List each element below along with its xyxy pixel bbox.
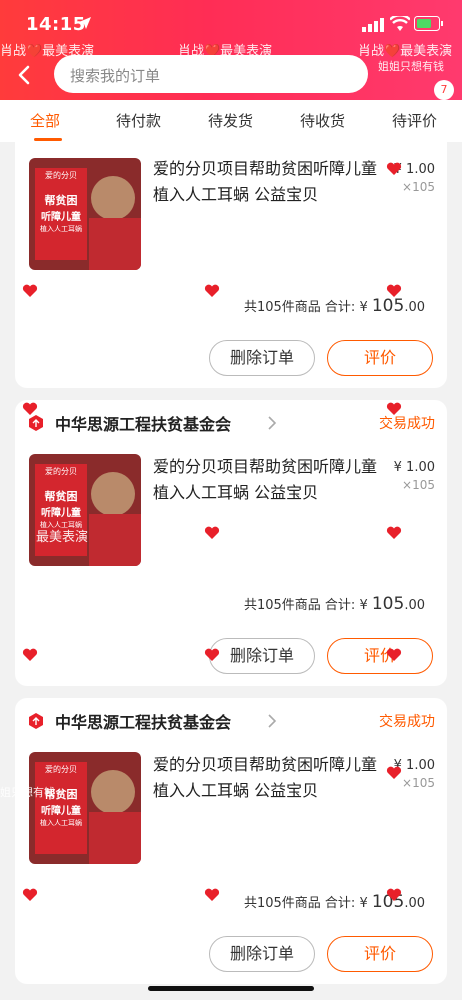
message-badge[interactable]: 7 (434, 80, 454, 100)
heart-icon (22, 888, 38, 901)
home-indicator[interactable] (148, 986, 314, 991)
store-icon (29, 415, 43, 431)
heart-icon (386, 162, 402, 175)
chevron-left-icon (18, 65, 30, 85)
product-title[interactable]: 爱的分贝项目帮助贫困听障儿童植入人工耳蜗 公益宝贝 (153, 156, 385, 208)
overlay-text: 肖战❤️最美表演 (358, 44, 453, 59)
order-total-decimal: .00 (404, 896, 425, 911)
order-total-decimal: .00 (404, 598, 425, 613)
order-total-decimal: .00 (404, 300, 425, 315)
product-thumbnail[interactable]: 爱的分贝 帮贫困 听障儿童 植入人工耳蜗 (29, 752, 141, 864)
product-quantity: ×105 (402, 776, 435, 790)
heart-icon (386, 402, 402, 415)
delete-order-button[interactable]: 删除订单 (209, 936, 315, 972)
product-thumbnail[interactable]: 爱的分贝 帮贫困 听障儿童 植入人工耳蜗 (29, 158, 141, 270)
header: 14:15 肖战❤️最美表演 肖战❤️最美表演 肖战❤️最美表演 姐姐只想有钱 … (0, 0, 462, 100)
product-quantity: ×105 (402, 478, 435, 492)
tab-pending-payment[interactable]: 待付款 (116, 110, 161, 131)
order-card[interactable]: 中华思源工程扶贫基金会 交易成功 爱的分贝 帮贫困 听障儿童 植入人工耳蜗 爱的… (15, 698, 447, 984)
heart-icon (22, 648, 38, 661)
search-placeholder: 搜索我的订单 (70, 67, 161, 85)
review-button[interactable]: 评价 (327, 936, 433, 972)
product-quantity: ×105 (402, 180, 435, 194)
status-bar: 14:15 (0, 0, 462, 44)
summary-prefix: 共105件商品 合计: ¥ (243, 896, 368, 911)
overlay-text: 姐只想有钱 (0, 786, 55, 799)
order-status: 交易成功 (379, 714, 435, 730)
tab-pending-shipment[interactable]: 待发货 (208, 110, 253, 131)
thumbnail-text: 听障儿童 (41, 508, 81, 519)
store-row[interactable]: 中华思源工程扶贫基金会 交易成功 (15, 698, 447, 744)
product-title[interactable]: 爱的分贝项目帮助贫困听障儿童植入人工耳蜗 公益宝贝 (153, 752, 385, 804)
heart-icon (386, 284, 402, 297)
tab-all[interactable]: 全部 (30, 110, 60, 131)
store-icon (29, 713, 43, 729)
review-button[interactable]: 评价 (327, 638, 433, 674)
heart-icon (204, 648, 220, 661)
delete-order-button[interactable]: 删除订单 (209, 638, 315, 674)
heart-icon (386, 888, 402, 901)
heart-icon (386, 526, 402, 539)
thumbnail-text: 听障儿童 (41, 212, 81, 223)
search-input[interactable]: 搜索我的订单 (54, 55, 368, 93)
heart-icon (22, 284, 38, 297)
location-arrow-icon (79, 17, 91, 29)
heart-icon (386, 766, 402, 779)
thumbnail-text: 帮贫困 (44, 194, 78, 207)
heart-icon (204, 284, 220, 297)
heart-icon (386, 648, 402, 661)
thumbnail-logo-text: 爱的分贝 (45, 765, 77, 774)
thumbnail-text: 帮贫困 (44, 490, 78, 503)
order-tabs: 全部 待付款 待发货 待收货 待评价 (0, 100, 462, 142)
status-time: 14:15 (26, 14, 86, 35)
thumbnail-text: 植入人工耳蜗 (40, 819, 82, 827)
order-total: 105 (371, 594, 405, 614)
overlay-text: 最美表演 (36, 530, 89, 545)
product-title[interactable]: 爱的分贝项目帮助贫困听障儿童植入人工耳蜗 公益宝贝 (153, 454, 385, 506)
order-card[interactable]: 爱的分贝 帮贫困 听障儿童 植入人工耳蜗 爱的分贝项目帮助贫困听障儿童植入人工耳… (15, 142, 447, 388)
product-thumbnail[interactable]: 爱的分贝 帮贫困 听障儿童 植入人工耳蜗 (29, 454, 141, 566)
tab-active-indicator (34, 138, 62, 141)
order-total: 105 (371, 296, 405, 316)
store-name[interactable]: 中华思源工程扶贫基金会 (55, 709, 231, 733)
product-price: ¥ 1.00 (393, 460, 435, 475)
order-status: 交易成功 (379, 416, 435, 432)
heart-icon (204, 888, 220, 901)
review-button[interactable]: 评价 (327, 340, 433, 376)
order-summary: 共105件商品 合计: ¥ 105.00 (244, 296, 425, 316)
delete-order-button[interactable]: 删除订单 (209, 340, 315, 376)
summary-prefix: 共105件商品 合计: ¥ (243, 300, 368, 315)
heart-icon (204, 526, 220, 539)
store-row[interactable]: 中华思源工程扶贫基金会 交易成功 (15, 400, 447, 446)
chevron-right-icon (268, 416, 277, 430)
tab-pending-receipt[interactable]: 待收货 (300, 110, 345, 131)
tab-pending-review[interactable]: 待评价 (392, 110, 437, 131)
thumbnail-text: 植入人工耳蜗 (40, 225, 82, 233)
battery-icon (414, 16, 443, 31)
heart-icon (22, 402, 38, 415)
back-button[interactable] (10, 60, 40, 90)
thumbnail-logo-text: 爱的分贝 (45, 171, 77, 180)
wifi-icon (390, 16, 410, 31)
store-name[interactable]: 中华思源工程扶贫基金会 (55, 411, 231, 435)
signal-icon (362, 18, 384, 32)
overlay-text: 姐姐只想有钱 (378, 60, 444, 73)
summary-prefix: 共105件商品 合计: ¥ (243, 598, 368, 613)
thumbnail-text: 听障儿童 (41, 806, 81, 817)
chevron-right-icon (268, 714, 277, 728)
order-summary: 共105件商品 合计: ¥ 105.00 (244, 594, 425, 614)
thumbnail-logo-text: 爱的分贝 (45, 467, 77, 476)
